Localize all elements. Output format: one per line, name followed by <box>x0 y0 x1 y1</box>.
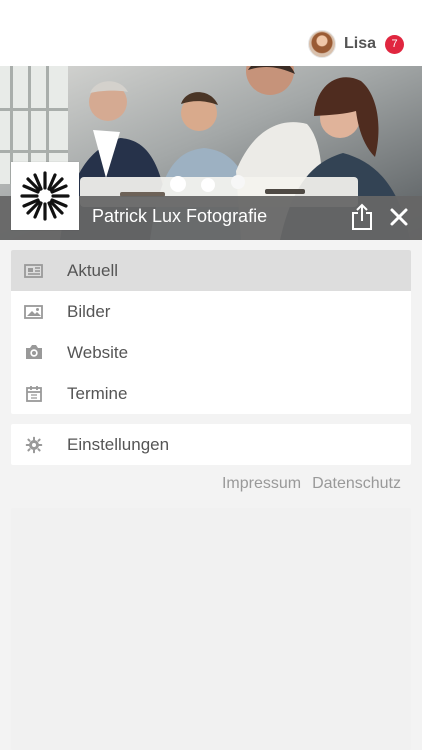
calendar-icon <box>24 385 44 403</box>
menu-item-label: Website <box>67 342 129 362</box>
logo[interactable] <box>11 162 79 230</box>
footer-links: Impressum Datenschutz <box>222 475 401 493</box>
image-icon <box>24 303 44 321</box>
user-profile[interactable]: Lisa 7 <box>307 30 404 58</box>
newspaper-icon <box>24 262 44 280</box>
menu-item-label: Termine <box>67 383 128 403</box>
username[interactable]: Lisa <box>344 35 376 53</box>
empty-panel <box>11 508 411 750</box>
sunburst-logo-icon <box>20 171 70 221</box>
close-icon <box>390 208 408 226</box>
datenschutz-link[interactable]: Datenschutz <box>312 475 401 493</box>
menu-item-aktuell[interactable]: Aktuell <box>11 250 411 291</box>
impressum-link[interactable]: Impressum <box>222 475 301 493</box>
page-title: Patrick Lux Fotografie <box>92 206 268 226</box>
close-button[interactable] <box>382 199 416 235</box>
settings-menu: Einstellungen <box>11 424 411 465</box>
menu-item-label: Aktuell <box>67 260 119 280</box>
menu-item-termine[interactable]: Termine <box>11 373 411 414</box>
camera-icon <box>24 344 44 362</box>
avatar[interactable] <box>307 30 336 58</box>
menu-item-label: Einstellungen <box>67 434 170 454</box>
notification-badge[interactable]: 7 <box>385 34 404 54</box>
menu-item-website[interactable]: Website <box>11 332 411 373</box>
share-button[interactable] <box>345 199 379 235</box>
main-menu: Aktuell Bilder Website Termine <box>11 250 411 414</box>
top-bar: Lisa 7 <box>0 0 422 66</box>
gear-icon <box>24 436 44 454</box>
menu-item-label: Bilder <box>67 301 111 321</box>
menu-item-einstellungen[interactable]: Einstellungen <box>11 424 411 465</box>
share-icon <box>352 203 372 230</box>
menu-item-bilder[interactable]: Bilder <box>11 291 411 332</box>
